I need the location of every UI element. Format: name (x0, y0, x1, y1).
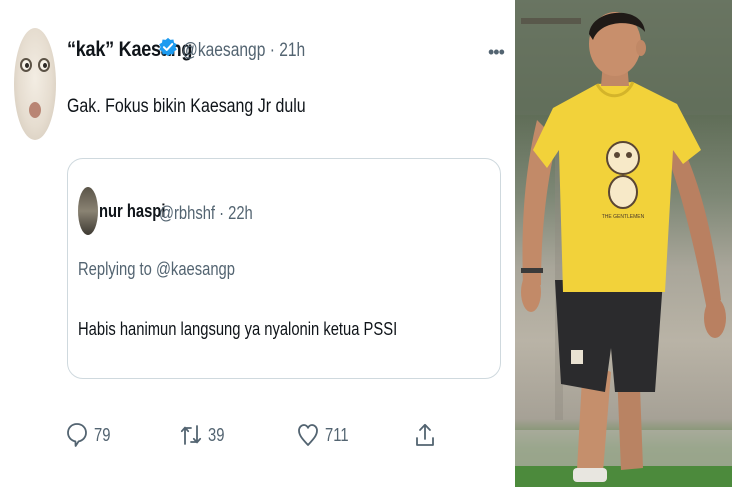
replying-to-mention[interactable]: @kaesangp (156, 259, 235, 279)
shirt-print-text: THE GENTLEMEN (602, 214, 645, 220)
quoted-author-avatar[interactable] (78, 187, 98, 235)
avatar-mouth (29, 102, 41, 118)
player-illustration: THE GENTLEMEN (515, 0, 732, 487)
heart-icon (298, 424, 318, 446)
quoted-tweet-text: Habis hanimun langsung ya nyalonin ketua… (78, 319, 398, 339)
player-photo: THE GENTLEMEN (515, 0, 732, 487)
like-button[interactable]: 711 (297, 420, 354, 450)
verified-badge-icon (159, 37, 177, 57)
avatar-eye-left (20, 58, 32, 72)
retweet-button[interactable]: 39 (180, 420, 228, 450)
avatar-eye-right (38, 58, 50, 72)
author-avatar[interactable] (14, 28, 56, 140)
quoted-author-name[interactable]: nur haspi (99, 201, 165, 222)
reply-icon (67, 423, 87, 447)
retweet-icon (180, 425, 202, 445)
reply-button[interactable]: 79 (66, 420, 114, 450)
tweet-text: Gak. Fokus bikin Kaesang Jr dulu (67, 96, 306, 117)
quoted-author-handle-time[interactable]: @rbhshf · 22h (159, 203, 253, 224)
tweet-card: “kak” Kaesang @kaesangp · 21h ••• Gak. F… (0, 0, 515, 487)
retweet-count: 39 (208, 424, 225, 445)
like-count: 711 (325, 424, 349, 445)
replying-to-prefix: Replying to (78, 259, 156, 279)
replying-to-line: Replying to @kaesangp (78, 259, 235, 280)
share-button[interactable] (414, 420, 436, 450)
reply-count: 79 (94, 424, 111, 445)
quoted-tweet[interactable]: nur haspi @rbhshf · 22h Replying to @kae… (67, 158, 501, 379)
more-options-icon[interactable]: ••• (488, 42, 505, 63)
share-icon (416, 423, 434, 446)
author-handle-time[interactable]: @kaesangp · 21h (182, 40, 305, 62)
